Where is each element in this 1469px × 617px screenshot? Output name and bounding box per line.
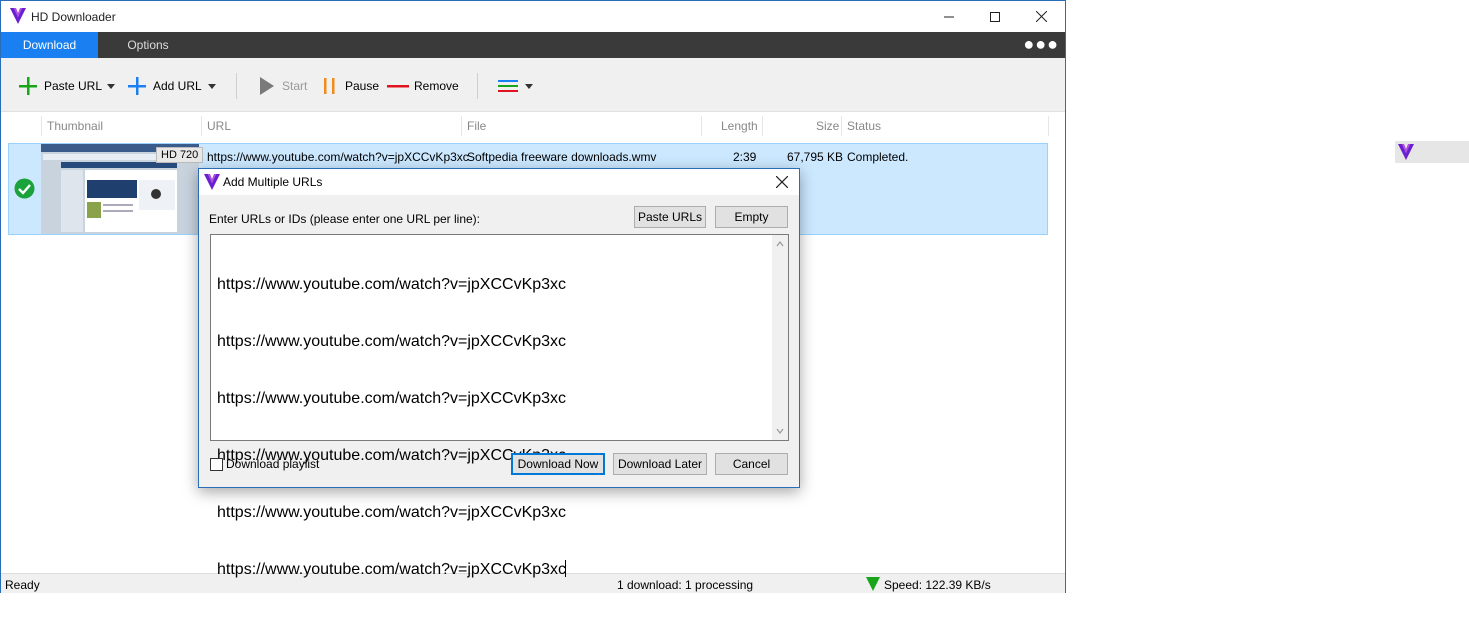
list-header: Thumbnail URL File Length Size Status	[1, 113, 1065, 137]
url-line-last: https://www.youtube.com/watch?v=jpXCCvKp…	[217, 560, 567, 579]
column-url[interactable]: URL	[207, 119, 231, 133]
dialog-close-button[interactable]	[771, 172, 793, 192]
floating-download-bar[interactable]	[1395, 141, 1469, 163]
download-size: 67,795 KB	[787, 150, 844, 164]
speed-down-arrow-icon	[866, 577, 880, 591]
column-divider	[841, 116, 842, 136]
download-later-button[interactable]: Download Later	[613, 453, 707, 475]
pause-button[interactable]: Pause	[321, 74, 379, 98]
paste-url-label: Paste URL	[44, 79, 103, 93]
dialog-prompt: Enter URLs or IDs (please enter one URL …	[209, 212, 481, 226]
urls-textarea[interactable]: https://www.youtube.com/watch?v=jpXCCvKp…	[210, 234, 789, 578]
remove-button[interactable]: Remove	[386, 74, 459, 98]
app-logo-icon	[204, 174, 220, 190]
play-icon	[260, 77, 274, 95]
url-line: https://www.youtube.com/watch?v=jpXCCvKp…	[217, 504, 567, 521]
pause-label: Pause	[345, 79, 380, 93]
download-file: Softpedia freeware downloads.wmv	[467, 150, 657, 164]
column-divider	[201, 116, 202, 136]
status-ready: Ready	[5, 578, 40, 592]
title-bar: HD Downloader	[1, 1, 1065, 32]
paste-url-dropdown[interactable]	[107, 74, 115, 98]
download-length: 2:39	[733, 150, 757, 164]
paste-url-button[interactable]: Paste URL	[18, 74, 102, 98]
quality-badge: HD 720	[156, 147, 204, 163]
column-divider	[461, 116, 462, 136]
column-divider	[41, 116, 42, 136]
app-logo-icon	[10, 8, 26, 24]
chevron-down-icon	[208, 83, 216, 89]
tab-options[interactable]: Options	[98, 32, 198, 58]
minimize-button[interactable]	[926, 1, 972, 32]
textarea-scrollbar[interactable]	[772, 235, 788, 440]
chevron-down-icon	[107, 83, 115, 89]
column-divider	[1048, 116, 1049, 136]
plus-green-icon	[19, 77, 37, 95]
scroll-up-icon[interactable]	[776, 240, 784, 248]
dialog-title-bar: Add Multiple URLs	[199, 169, 799, 195]
download-status: Completed.	[847, 150, 909, 164]
maximize-button[interactable]	[972, 1, 1018, 32]
close-icon	[776, 176, 788, 188]
empty-button[interactable]: Empty	[715, 206, 788, 228]
dialog-title: Add Multiple URLs	[223, 175, 323, 189]
tab-bar: Download Options ●●●	[1, 32, 1065, 58]
start-button[interactable]: Start	[258, 74, 307, 98]
maximize-icon	[990, 11, 1000, 22]
status-downloads: 1 download: 1 processing	[617, 578, 754, 592]
tab-download[interactable]: Download	[1, 32, 98, 58]
column-status[interactable]: Status	[847, 119, 881, 133]
url-line: https://www.youtube.com/watch?v=jpXCCvKp…	[217, 333, 567, 350]
add-url-dropdown[interactable]	[208, 74, 216, 98]
view-menu-button[interactable]	[497, 74, 533, 98]
download-playlist-checkbox[interactable]	[210, 458, 223, 471]
start-label: Start	[282, 79, 308, 93]
urls-text: https://www.youtube.com/watch?v=jpXCCvKp…	[217, 237, 567, 617]
minimize-icon	[944, 16, 954, 17]
scroll-down-icon[interactable]	[776, 427, 784, 435]
url-line: https://www.youtube.com/watch?v=jpXCCvKp…	[217, 276, 567, 293]
cancel-button[interactable]: Cancel	[715, 453, 788, 475]
close-button[interactable]	[1018, 1, 1064, 32]
column-thumbnail[interactable]: Thumbnail	[47, 119, 103, 133]
pause-icon	[324, 78, 335, 94]
download-now-button[interactable]: Download Now	[511, 453, 605, 475]
plus-blue-icon	[128, 77, 146, 95]
column-divider	[762, 116, 763, 136]
text-caret	[565, 560, 567, 577]
url-line: https://www.youtube.com/watch?v=jpXCCvKp…	[217, 561, 567, 578]
download-playlist-label[interactable]: Download playlist	[226, 457, 319, 471]
column-length[interactable]: Length	[721, 119, 758, 133]
lines-menu-icon	[498, 80, 518, 92]
close-icon	[1035, 11, 1047, 22]
url-line: https://www.youtube.com/watch?v=jpXCCvKp…	[217, 390, 567, 407]
minus-red-icon	[387, 85, 409, 88]
more-icon[interactable]: ●●●	[1023, 32, 1059, 58]
toolbar: Paste URL Add URL Start Pause Remove	[1, 58, 1065, 112]
status-speed: Speed: 122.39 KB/s	[884, 578, 991, 592]
toolbar-divider	[236, 73, 237, 99]
window-title: HD Downloader	[31, 10, 116, 24]
add-multiple-urls-dialog: Add Multiple URLs Enter URLs or IDs (ple…	[198, 168, 800, 578]
chevron-down-icon	[525, 83, 533, 89]
column-divider	[701, 116, 702, 136]
add-url-label: Add URL	[153, 79, 202, 93]
check-circle-icon	[14, 178, 35, 199]
column-file[interactable]: File	[467, 119, 486, 133]
remove-label: Remove	[414, 79, 459, 93]
toolbar-divider	[477, 73, 478, 99]
add-url-button[interactable]: Add URL	[127, 74, 202, 98]
column-size[interactable]: Size	[816, 119, 839, 133]
paste-urls-button[interactable]: Paste URLs	[634, 206, 706, 228]
download-url: https://www.youtube.com/watch?v=jpXCCvKp…	[207, 150, 469, 164]
app-logo-icon	[1398, 144, 1414, 160]
